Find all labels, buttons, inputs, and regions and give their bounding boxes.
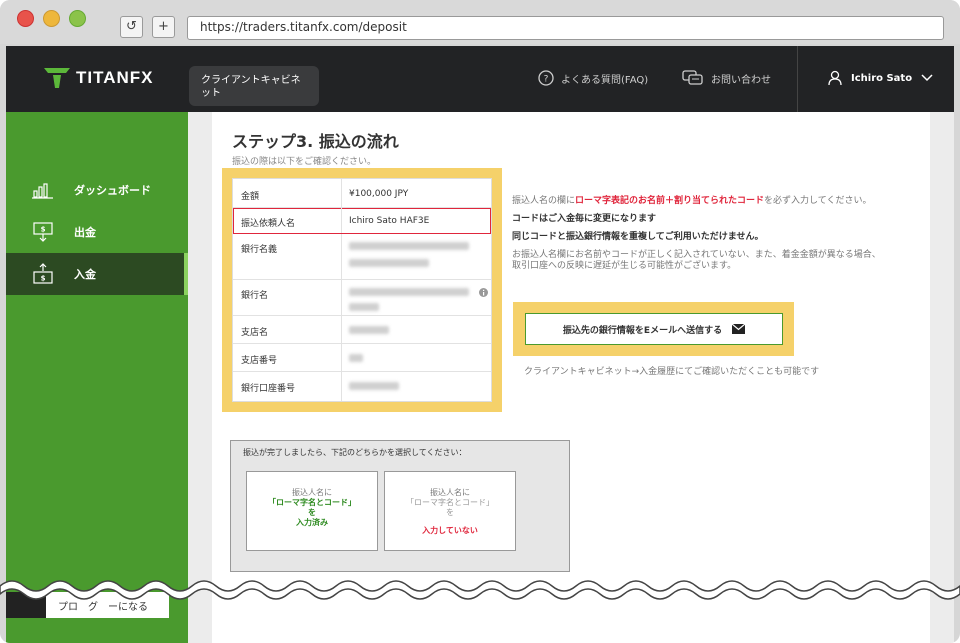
svg-text:$: $	[41, 275, 46, 283]
torn-edge	[0, 580, 960, 600]
deposit-icon: $	[33, 263, 53, 284]
cabinet-note: クライアントキャビネット→入金履歴にてご確認いただくことも可能です	[524, 367, 820, 377]
cell-divider	[341, 234, 342, 279]
faq-label: よくある質問(FAQ)	[561, 74, 649, 86]
instruction-line: コードはご入金毎に変更になります	[512, 214, 657, 224]
send-email-label: 振込先の銀行情報をEメールへ送信する	[562, 325, 723, 336]
send-email-button[interactable]: 振込先の銀行情報をEメールへ送信する	[525, 313, 783, 345]
sidebar-item-dashboard[interactable]: ダッシュボード	[6, 169, 188, 211]
new-tab-icon[interactable]: +	[152, 16, 175, 38]
option-text: を	[446, 508, 454, 517]
option-text: 入力済み	[296, 518, 328, 527]
user-menu[interactable]: Ichiro Sato	[828, 70, 933, 86]
table-row: 金額 ¥100,000 JPY	[233, 179, 491, 208]
instruction-line: 同じコードと振込銀行情報を重複してご利用いただけません。	[512, 232, 764, 242]
cell-divider	[341, 179, 342, 207]
deposit-card: ステップ3. 振込の流れ 振込の際は以下をご確認ください。 金額 ¥100,00…	[212, 112, 930, 643]
instruction-line: 振込人名の欄にローマ字表記のお名前＋割り当てられたコードを必ず入力してください。	[512, 196, 882, 207]
sidebar-item-label: 出金	[74, 226, 96, 239]
bar-chart-icon	[32, 183, 53, 199]
blurred-value	[349, 354, 363, 365]
minimize-window-button[interactable]	[43, 10, 60, 27]
cabinet-dropdown[interactable]: クライアントキャビネット	[189, 66, 319, 106]
not-entered-code-button[interactable]: 振込人名に 「ローマ字名とコード」 を 入力していない	[384, 471, 516, 551]
instruction-emphasis: ローマ字表記のお名前＋割り当てられたコード	[575, 196, 765, 206]
table-row: 銀行名義	[233, 234, 491, 280]
browser-chrome: ↺ + https://traders.titanfx.com/deposit	[0, 0, 960, 44]
navbar-divider	[797, 46, 798, 112]
maximize-window-button[interactable]	[69, 10, 86, 27]
row-label: 振込依頼人名	[241, 219, 296, 229]
table-row-sender-name: 振込依頼人名 Ichiro Sato HAF3E	[233, 208, 491, 234]
user-icon	[828, 70, 842, 86]
sidebar-item-withdraw[interactable]: $ 出金	[6, 211, 188, 253]
close-window-button[interactable]	[17, 10, 34, 27]
option-text: 振込人名に	[292, 488, 332, 497]
contact-label: お問い合わせ	[711, 74, 771, 86]
option-text: 入力していない	[422, 526, 478, 535]
cell-divider	[341, 372, 342, 401]
cell-divider	[341, 208, 342, 233]
table-row: 支店名	[233, 316, 491, 344]
question-icon: ?	[538, 70, 554, 86]
address-bar[interactable]: https://traders.titanfx.com/deposit	[187, 16, 944, 40]
row-label: 銀行名	[241, 291, 269, 301]
row-label: 銀行口座番号	[241, 384, 296, 394]
sidebar: ダッシュボード $ 出金 $ 入金 プロ グ ーになる	[6, 112, 188, 643]
titanfx-logo[interactable]: TITANFX	[44, 68, 154, 88]
row-label: 金額	[241, 192, 260, 202]
sidebar-item-label: ダッシュボード	[74, 184, 151, 197]
blurred-value	[349, 326, 389, 337]
row-label: 支店番号	[241, 356, 278, 366]
entered-code-button[interactable]: 振込人名に 「ローマ字名とコード」 を 入力済み	[246, 471, 378, 551]
cell-divider	[341, 316, 342, 343]
row-label: 支店名	[241, 328, 269, 338]
row-label: 銀行名義	[241, 245, 278, 255]
chevron-down-icon	[921, 74, 933, 82]
faq-link[interactable]: ? よくある質問(FAQ)	[538, 70, 648, 86]
option-text: 振込人名に	[430, 488, 470, 497]
website: TITANFX クライアントキャビネット ? よくある質問(FAQ) お問い合わ…	[6, 46, 954, 643]
top-navbar: TITANFX クライアントキャビネット ? よくある質問(FAQ) お問い合わ…	[6, 46, 954, 112]
completion-box: 振込が完了しましたら、下記のどちらかを選択してください： 振込人名に 「ローマ字…	[230, 440, 570, 572]
main-area: ステップ3. 振込の流れ 振込の際は以下をご確認ください。 金額 ¥100,00…	[188, 112, 954, 643]
bank-info-table: 金額 ¥100,000 JPY 振込依頼人名 Ichiro Sato HAF3E…	[232, 178, 492, 402]
table-row: 銀行名	[233, 280, 491, 316]
deposit-instructions: 振込人名の欄にローマ字表記のお名前＋割り当てられたコードを必ず入力してください。…	[512, 196, 882, 279]
cell-divider	[341, 280, 342, 315]
sidebar-item-deposit[interactable]: $ 入金	[6, 253, 188, 295]
row-value: ¥100,000 JPY	[349, 189, 409, 199]
svg-text:$: $	[41, 226, 46, 234]
withdraw-icon: $	[33, 222, 53, 242]
logo-text: TITANFX	[76, 68, 154, 87]
blurred-value	[349, 382, 399, 393]
instruction-text: を必ず入力してください。	[764, 196, 872, 206]
table-row: 銀行口座番号	[233, 372, 491, 401]
row-value: Ichiro Sato HAF3E	[349, 216, 430, 226]
blurred-value	[349, 242, 469, 270]
chat-icon	[682, 70, 703, 85]
sidebar-item-label: 入金	[74, 268, 96, 281]
info-icon[interactable]	[479, 288, 488, 297]
completion-prompt: 振込が完了しましたら、下記のどちらかを選択してください：	[243, 448, 467, 457]
svg-text:?: ?	[544, 75, 549, 85]
option-text: を	[308, 508, 316, 517]
option-text: 「ローマ字名とコード」	[268, 498, 356, 507]
user-name: Ichiro Sato	[851, 72, 913, 84]
step-note: 振込の際は以下をご確認ください。	[232, 157, 377, 167]
cell-divider	[341, 344, 342, 371]
reload-icon[interactable]: ↺	[120, 16, 143, 38]
titan-logo-icon	[44, 68, 70, 88]
blurred-value	[349, 288, 469, 314]
contact-link[interactable]: お問い合わせ	[682, 70, 771, 86]
instruction-text: 振込人名の欄に	[512, 196, 576, 206]
page-title: ステップ3. 振込の流れ	[232, 132, 399, 151]
option-text: 「ローマ字名とコード」	[406, 498, 494, 507]
envelope-icon	[732, 324, 746, 334]
instruction-line: お振込人名欄にお名前やコードが正しく記入されていない、また、着金金額が異なる場合…	[512, 250, 881, 271]
browser-window: ↺ + https://traders.titanfx.com/deposit …	[0, 0, 960, 643]
table-row: 支店番号	[233, 344, 491, 372]
